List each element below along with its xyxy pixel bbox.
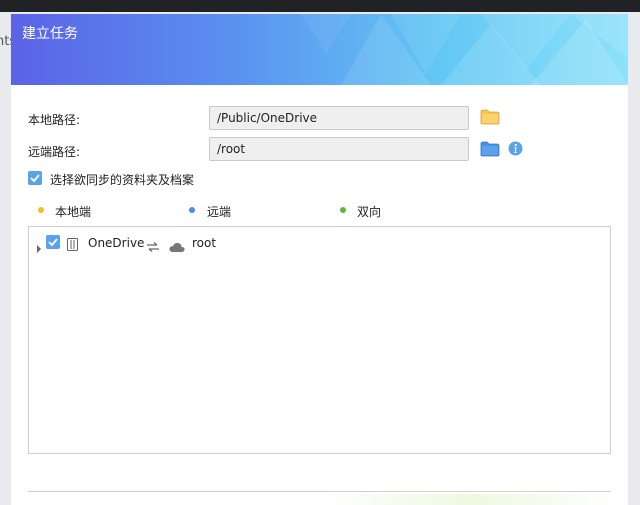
- remote-path-field[interactable]: /root: [209, 137, 469, 161]
- tree-local-name: OneDrive: [88, 236, 145, 250]
- dialog-title: 建立任务: [22, 26, 78, 42]
- local-folder-icon[interactable]: [480, 109, 500, 129]
- footer-highlight: [321, 494, 621, 505]
- legend-both-label: 双向: [357, 205, 382, 219]
- legend-both-dot: [340, 207, 346, 213]
- tree-row[interactable]: OneDrive root: [29, 227, 610, 257]
- remote-folder-icon[interactable]: [480, 141, 500, 161]
- create-task-dialog: 建立任务 本地路径: /Public/OneDrive 远端路径: /root …: [11, 14, 628, 505]
- footer-divider: [28, 491, 611, 492]
- tree-row-checkbox[interactable]: [46, 235, 60, 249]
- checkmark-icon: [30, 174, 40, 183]
- legend-remote-dot: [189, 207, 195, 213]
- select-folders-label: 选择欲同步的资料夹及档案: [50, 173, 195, 187]
- select-folders-checkbox[interactable]: [28, 171, 42, 185]
- sync-arrows-icon: [147, 237, 159, 256]
- remote-path-label: 远端路径:: [28, 145, 81, 159]
- local-path-label: 本地路径:: [28, 113, 81, 127]
- nas-drive-icon: [67, 236, 78, 255]
- info-icon[interactable]: [508, 141, 523, 160]
- folder-tree: OneDrive root: [28, 226, 611, 454]
- legend-remote-label: 远端: [207, 205, 232, 219]
- legend-local-label: 本地端: [55, 205, 92, 219]
- legend-local-dot: [38, 207, 44, 213]
- dialog-header: 建立任务: [11, 14, 628, 85]
- tree-remote-name: root: [192, 236, 217, 250]
- cloud-icon: [169, 237, 185, 256]
- top-window-bar: [0, 0, 640, 12]
- local-path-field[interactable]: /Public/OneDrive: [209, 106, 469, 130]
- checkmark-icon: [48, 238, 58, 247]
- header-pattern: [301, 14, 628, 85]
- expand-caret-icon[interactable]: [36, 238, 42, 257]
